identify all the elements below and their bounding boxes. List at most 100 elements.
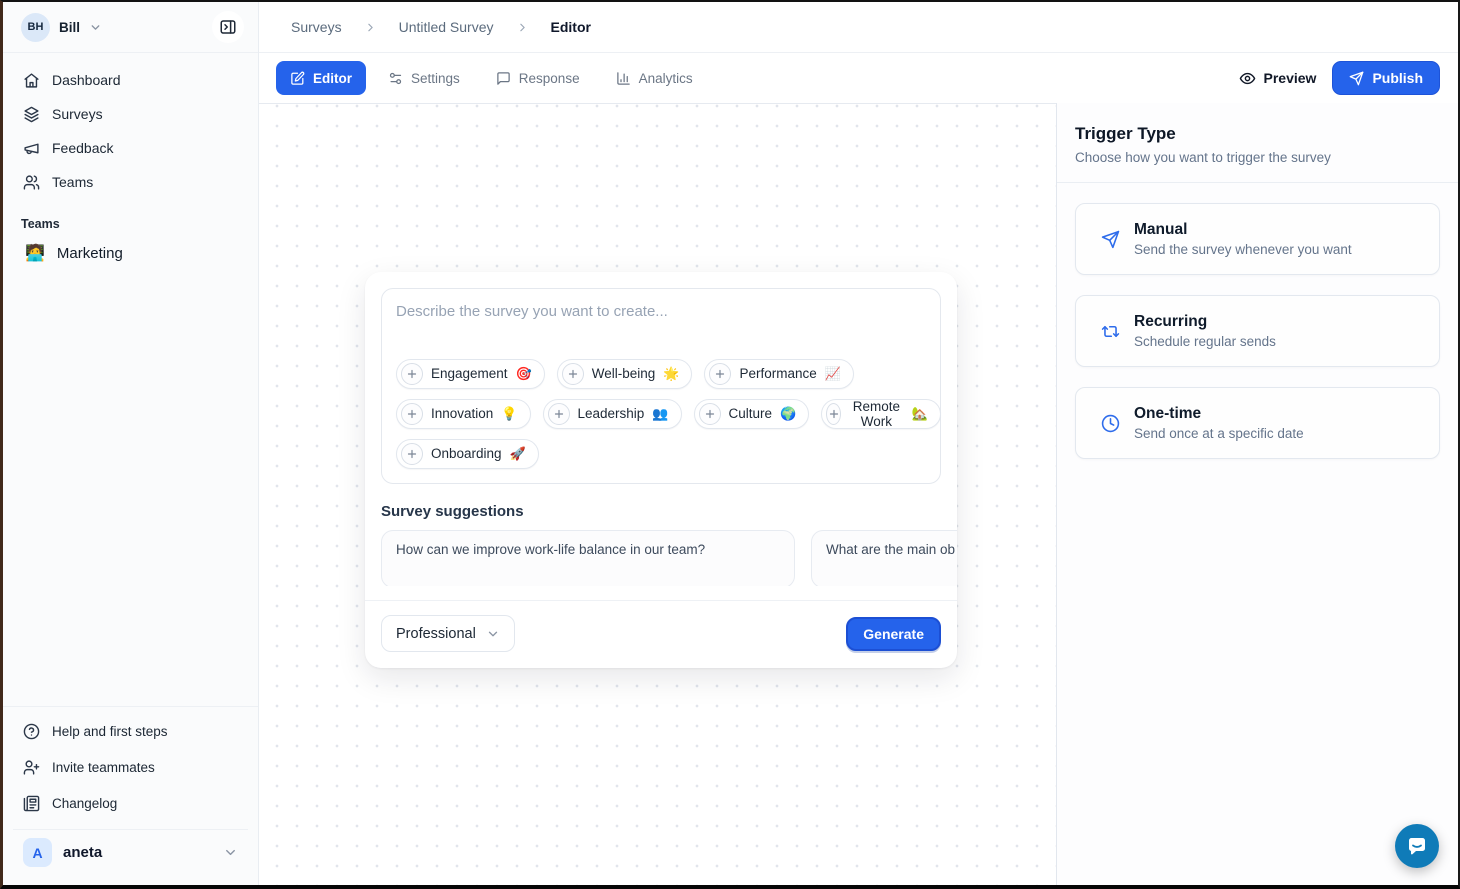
chip-row: Engagement 🎯 Well-being 🌟 bbox=[396, 359, 926, 389]
sidebar-item-label: Teams bbox=[52, 174, 93, 190]
technologist-emoji-icon: 🧑‍💻 bbox=[25, 243, 45, 263]
sidebar-item-help[interactable]: Help and first steps bbox=[13, 715, 248, 747]
trigger-panel-header: Trigger Type Choose how you want to trig… bbox=[1057, 103, 1458, 183]
newspaper-icon bbox=[23, 795, 40, 812]
breadcrumb-untitled-survey[interactable]: Untitled Survey bbox=[399, 19, 494, 35]
tone-select[interactable]: Professional bbox=[381, 615, 515, 652]
sidebar-item-invite[interactable]: Invite teammates bbox=[13, 751, 248, 783]
preview-button[interactable]: Preview bbox=[1239, 70, 1317, 87]
rocket-emoji-icon: 🚀 bbox=[510, 446, 526, 462]
message-icon bbox=[496, 71, 511, 86]
edit-icon bbox=[290, 71, 305, 86]
preview-label: Preview bbox=[1264, 70, 1317, 86]
home-icon bbox=[23, 72, 40, 89]
option-description: Send the survey whenever you want bbox=[1134, 242, 1352, 257]
chevron-right-icon bbox=[364, 21, 377, 34]
tab-settings[interactable]: Settings bbox=[374, 61, 474, 95]
trigger-option-one-time[interactable]: One-time Send once at a specific date bbox=[1075, 387, 1440, 459]
target-emoji-icon: 🎯 bbox=[516, 366, 532, 382]
chip-row: Onboarding 🚀 bbox=[396, 439, 926, 469]
chip-leadership[interactable]: Leadership 👥 bbox=[543, 399, 682, 429]
sidebar-nav: Dashboard Surveys Feedback Teams bbox=[3, 53, 258, 201]
settings-icon bbox=[388, 71, 403, 86]
chat-bubble-icon bbox=[1405, 834, 1429, 858]
trigger-option-manual[interactable]: Manual Send the survey whenever you want bbox=[1075, 203, 1440, 275]
globe-emoji-icon: 🌍 bbox=[780, 406, 796, 422]
option-title: Manual bbox=[1134, 221, 1352, 239]
trigger-options: Manual Send the survey whenever you want… bbox=[1057, 183, 1458, 479]
chip-innovation[interactable]: Innovation 💡 bbox=[396, 399, 531, 429]
composer-footer: Professional Generate bbox=[381, 615, 941, 652]
megaphone-icon bbox=[23, 140, 40, 157]
editor-toolbar: Editor Settings Response Analytics bbox=[259, 53, 1458, 103]
sidebar-item-label: Changelog bbox=[52, 796, 117, 811]
survey-generator-card: Describe the survey you want to create..… bbox=[365, 272, 957, 668]
workspace-name: Bill bbox=[59, 20, 80, 35]
option-description: Send once at a specific date bbox=[1134, 426, 1304, 441]
suggestion-card[interactable]: What are the main ob bbox=[811, 530, 957, 586]
glowing-star-emoji-icon: 🌟 bbox=[663, 366, 679, 382]
chat-launcher-button[interactable] bbox=[1395, 824, 1439, 868]
workspace-avatar: BH bbox=[21, 13, 50, 42]
suggestion-card[interactable]: How can we improve work-life balance in … bbox=[381, 530, 795, 586]
chip-engagement[interactable]: Engagement 🎯 bbox=[396, 359, 545, 389]
teams-section-header: Teams bbox=[3, 201, 258, 237]
user-menu[interactable]: A aneta bbox=[13, 829, 248, 875]
tab-analytics[interactable]: Analytics bbox=[602, 61, 707, 95]
chip-culture[interactable]: Culture 🌍 bbox=[694, 399, 810, 429]
sidebar-item-teams[interactable]: Teams bbox=[13, 167, 248, 197]
chevron-down-icon bbox=[223, 845, 238, 860]
user-plus-icon bbox=[23, 759, 40, 776]
tab-label: Response bbox=[519, 71, 580, 86]
sidebar-item-label: Dashboard bbox=[52, 72, 121, 88]
tab-response[interactable]: Response bbox=[482, 61, 594, 95]
send-icon bbox=[1349, 71, 1364, 86]
sidebar-item-surveys[interactable]: Surveys bbox=[13, 99, 248, 129]
repeat-icon bbox=[1101, 322, 1120, 341]
sidebar-collapse-button[interactable] bbox=[212, 11, 244, 43]
help-circle-icon bbox=[23, 723, 40, 740]
tab-label: Settings bbox=[411, 71, 460, 86]
suggestions-title: Survey suggestions bbox=[381, 503, 941, 520]
plus-icon bbox=[401, 363, 423, 385]
chip-remote-work[interactable]: Remote Work 🏡 bbox=[821, 399, 940, 429]
chip-onboarding[interactable]: Onboarding 🚀 bbox=[396, 439, 539, 469]
editor-canvas[interactable]: Describe the survey you want to create..… bbox=[259, 103, 1056, 885]
option-title: One-time bbox=[1134, 405, 1304, 423]
survey-prompt-input[interactable]: Describe the survey you want to create..… bbox=[381, 288, 941, 484]
chevron-right-icon bbox=[516, 21, 529, 34]
send-icon bbox=[1101, 230, 1120, 249]
chip-well-being[interactable]: Well-being 🌟 bbox=[557, 359, 693, 389]
content-row: Describe the survey you want to create..… bbox=[259, 103, 1458, 885]
sidebar-item-feedback[interactable]: Feedback bbox=[13, 133, 248, 163]
layers-icon bbox=[23, 106, 40, 123]
house-emoji-icon: 🏡 bbox=[912, 406, 928, 422]
trigger-option-recurring[interactable]: Recurring Schedule regular sends bbox=[1075, 295, 1440, 367]
workspace-switcher[interactable]: BH Bill bbox=[21, 13, 102, 42]
tab-editor[interactable]: Editor bbox=[276, 61, 366, 95]
tab-label: Editor bbox=[313, 71, 352, 86]
eye-icon bbox=[1239, 70, 1256, 87]
plus-icon bbox=[826, 403, 841, 425]
chip-row: Innovation 💡 Leadership 👥 bbox=[396, 399, 926, 429]
sidebar-item-label: Surveys bbox=[52, 106, 103, 122]
toolbar-actions: Preview Publish bbox=[1239, 61, 1441, 95]
main-area: Surveys Untitled Survey Editor Editor bbox=[259, 2, 1458, 885]
generate-button[interactable]: Generate bbox=[846, 617, 941, 651]
chip-performance[interactable]: Performance 📈 bbox=[704, 359, 853, 389]
prompt-placeholder: Describe the survey you want to create..… bbox=[396, 303, 926, 320]
light-bulb-emoji-icon: 💡 bbox=[501, 406, 517, 422]
breadcrumb-editor: Editor bbox=[551, 19, 591, 35]
plus-icon bbox=[709, 363, 731, 385]
sidebar-item-dashboard[interactable]: Dashboard bbox=[13, 65, 248, 95]
panel-subtitle: Choose how you want to trigger the surve… bbox=[1075, 150, 1440, 165]
suggestions-row: How can we improve work-life balance in … bbox=[381, 530, 957, 586]
plus-icon bbox=[401, 403, 423, 425]
publish-button[interactable]: Publish bbox=[1332, 61, 1440, 95]
breadcrumb-surveys[interactable]: Surveys bbox=[291, 19, 342, 35]
sidebar-team-marketing[interactable]: 🧑‍💻 Marketing bbox=[13, 237, 248, 269]
panel-title: Trigger Type bbox=[1075, 124, 1440, 144]
trigger-option-text: Manual Send the survey whenever you want bbox=[1134, 221, 1352, 257]
sidebar-item-changelog[interactable]: Changelog bbox=[13, 787, 248, 819]
tab-label: Analytics bbox=[639, 71, 693, 86]
